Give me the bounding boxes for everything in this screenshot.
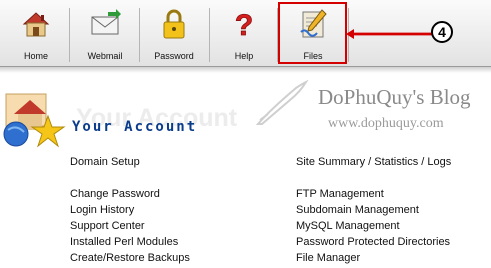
home-label: Home — [23, 51, 48, 61]
blog-url: www.dophuquy.com — [328, 116, 444, 131]
annotation-arrow-icon — [346, 29, 432, 39]
link-domain-setup[interactable]: Domain Setup — [70, 156, 140, 168]
home-icon — [22, 12, 50, 37]
quill-watermark-icon — [255, 80, 309, 125]
password-label: Password — [154, 51, 194, 61]
webmail-button[interactable]: Webmail — [72, 2, 138, 64]
home-button[interactable]: Home — [3, 2, 69, 64]
password-button[interactable]: Password — [141, 2, 207, 64]
link-mysql-management[interactable]: MySQL Management — [296, 220, 400, 232]
toolbar-separator — [69, 8, 70, 62]
files-highlight-box — [278, 2, 347, 64]
account-icon — [3, 93, 66, 148]
svg-text:?: ? — [235, 9, 253, 40]
toolbar-shadow — [0, 67, 491, 73]
link-change-password[interactable]: Change Password — [70, 188, 160, 200]
link-site-summary[interactable]: Site Summary / Statistics / Logs — [296, 156, 451, 168]
link-file-manager[interactable]: File Manager — [296, 252, 360, 264]
toolbar-separator — [209, 8, 210, 62]
webmail-label: Webmail — [87, 51, 123, 61]
link-password-protected-directories[interactable]: Password Protected Directories — [296, 236, 450, 248]
link-create-restore-backups[interactable]: Create/Restore Backups — [70, 252, 190, 264]
lock-icon — [163, 9, 185, 39]
toolbar-separator — [139, 8, 140, 62]
help-label: Help — [234, 51, 254, 61]
link-subdomain-management[interactable]: Subdomain Management — [296, 204, 419, 216]
envelope-icon — [91, 9, 121, 35]
link-login-history[interactable]: Login History — [70, 204, 134, 216]
question-mark-icon: ? — [234, 9, 253, 40]
blog-title: DoPhuQuy's Blog — [318, 85, 471, 109]
account-title: Your Account — [72, 119, 198, 135]
link-installed-perl-modules[interactable]: Installed Perl Modules — [70, 236, 178, 248]
link-support-center[interactable]: Support Center — [70, 220, 145, 232]
link-ftp-management[interactable]: FTP Management — [296, 188, 384, 200]
help-button[interactable]: ? Help — [211, 2, 277, 64]
step-badge: 4 — [431, 21, 453, 43]
